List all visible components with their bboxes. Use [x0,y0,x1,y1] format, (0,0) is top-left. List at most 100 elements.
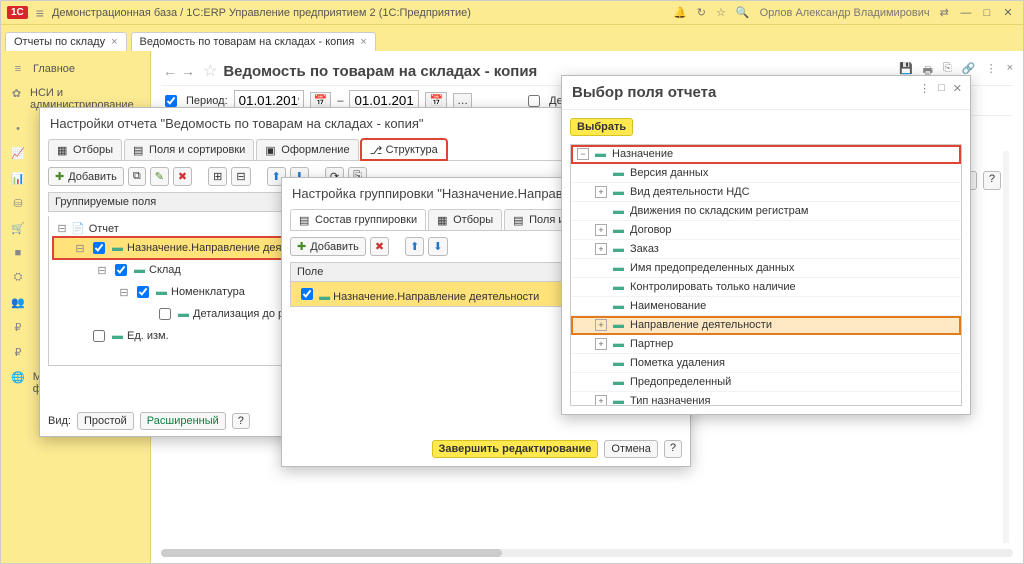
scrollbar-horizontal[interactable] [161,549,1013,557]
tab-appearance[interactable]: ▣Оформление [256,139,358,160]
tab-structure[interactable]: ⎇Структура [361,139,447,160]
kebab-icon[interactable]: ⋮ [919,82,930,95]
columns-icon: ▤ [133,144,145,156]
move-down-button[interactable]: ⬇ [428,237,447,256]
user-menu-icon[interactable]: ⇄ [940,6,949,19]
finish-button[interactable]: Завершить редактирование [432,440,599,458]
add-label: Добавить [68,171,117,183]
tree-item[interactable]: +▬Заказ [571,240,961,259]
field-icon: ▬ [112,242,123,254]
expand-icon[interactable]: + [595,319,607,331]
dot-icon: • [11,123,25,135]
node-checkbox[interactable] [159,308,171,320]
cancel-button[interactable]: Отмена [604,440,657,458]
collapse-icon[interactable]: ⊟ [75,242,85,255]
tree-node-label[interactable]: Отчет [89,223,119,235]
node-checkbox[interactable] [137,286,149,298]
minimize-button[interactable]: — [957,7,975,19]
move-up-button[interactable]: ⬆ [405,237,424,256]
tab-group-content[interactable]: ▤Состав группировки [290,209,426,230]
maximize-icon[interactable]: □ [938,82,945,95]
tree-node-label[interactable]: Склад [149,264,181,276]
view-simple-button[interactable]: Простой [77,412,134,430]
tree-item[interactable]: +▬Договор [571,221,961,240]
close-icon[interactable]: × [111,36,117,48]
help-button[interactable]: ? [664,440,682,458]
table-cell-field[interactable]: ▬ Назначение.Направление деятельности [291,282,591,306]
tree-item-napravlenie[interactable]: +▬Направление деятельности [571,316,961,335]
add-button[interactable]: ✚Добавить [48,167,124,186]
delete-button[interactable]: ✖ [370,237,389,256]
menu-icon[interactable]: ≡ [36,5,44,21]
tree-item[interactable]: ▬Пометка удаления [571,354,961,373]
history-icon[interactable]: ↻ [697,6,706,19]
tree-item[interactable]: ▬Версия данных [571,164,961,183]
expand-icon[interactable]: + [595,186,607,198]
node-checkbox[interactable] [115,264,127,276]
back-icon[interactable]: ← [161,63,179,79]
tab-group-filters[interactable]: ▦ Отборы [428,209,502,230]
expand-icon[interactable]: + [595,395,607,406]
collapse-icon[interactable]: ⊟ [97,264,107,277]
close-icon[interactable]: × [360,36,366,48]
tree-item[interactable]: ▬Движения по складским регистрам [571,202,961,221]
expand-icon[interactable]: + [595,243,607,255]
tree-item[interactable]: +▬Партнер [571,335,961,354]
close-icon[interactable]: ✕ [953,82,962,95]
app-title: Демонстрационная база / 1С:ERP Управлени… [52,7,471,19]
expand-button[interactable]: ⊞ [208,167,227,186]
scrollbar-vertical[interactable] [1003,151,1009,543]
col-header-field[interactable]: Поле [291,263,591,281]
edit-button[interactable]: ✎ [150,167,169,186]
help-button[interactable]: ? [232,413,250,429]
choose-button[interactable]: Выбрать [570,118,633,136]
field-icon: ▬ [613,319,624,331]
kebab-icon[interactable]: ⋮ [986,62,997,81]
columns-icon: ▤ [513,214,525,226]
collapse-icon[interactable]: ⊟ [119,286,129,299]
expand-icon[interactable]: + [595,224,607,236]
tab-filters[interactable]: ▦Отборы [48,139,122,160]
doc-tab[interactable]: Отчеты по складу × [5,32,127,51]
tree-item[interactable]: ▬Контролировать только наличие [571,278,961,297]
filter-icon: ▦ [57,144,69,156]
forward-icon[interactable]: → [179,63,197,79]
node-checkbox[interactable] [93,242,105,254]
dot-icon: ₽ [11,346,25,359]
tree-item[interactable]: +▬Тип назначения [571,392,961,406]
user-name[interactable]: Орлов Александр Владимирович [760,7,930,19]
tab-fields[interactable]: ▤Поля и сортировки [124,139,254,160]
collapse-icon[interactable]: ⊟ [57,222,67,235]
sidebar-item-main[interactable]: ≡Главное [1,57,150,81]
maximize-button[interactable]: □ [978,7,996,19]
help-button[interactable]: ? [983,171,1001,190]
search-icon[interactable]: 🔍 [736,6,750,19]
node-checkbox[interactable] [93,330,105,342]
collapse-icon[interactable]: − [577,148,589,160]
tree-item[interactable]: ▬Имя предопределенных данных [571,259,961,278]
star-icon[interactable]: ☆ [716,6,726,19]
close-button[interactable]: ✕ [999,6,1017,19]
view-advanced-button[interactable]: Расширенный [140,412,226,430]
tab-label: Отборы [453,214,493,226]
group-button[interactable]: ⧉ [128,167,146,186]
tree-item[interactable]: ▬Предопределенный [571,373,961,392]
collapse-button[interactable]: ⊟ [231,167,250,186]
detail-checkbox[interactable] [528,95,540,107]
row-checkbox[interactable] [301,288,313,300]
bell-icon[interactable]: 🔔 [673,6,687,19]
add-button[interactable]: ✚Добавить [290,237,366,256]
expand-icon[interactable]: + [595,338,607,350]
filter-icon: ▦ [437,214,449,226]
home-icon: ≡ [11,63,25,75]
period-checkbox[interactable] [165,95,177,107]
delete-button[interactable]: ✖ [173,167,192,186]
tree-node-label[interactable]: Ед. изм. [127,330,169,342]
tree-node-label[interactable]: Номенклатура [171,286,245,298]
tree-item-naznachenie[interactable]: −▬Назначение [571,145,961,164]
doc-tab[interactable]: Ведомость по товарам на складах - копия … [131,32,376,51]
tree-item[interactable]: ▬Наименование [571,297,961,316]
tree-item[interactable]: +▬Вид деятельности НДС [571,183,961,202]
favorite-icon[interactable]: ☆ [203,61,217,81]
close-icon[interactable]: × [1007,62,1013,81]
